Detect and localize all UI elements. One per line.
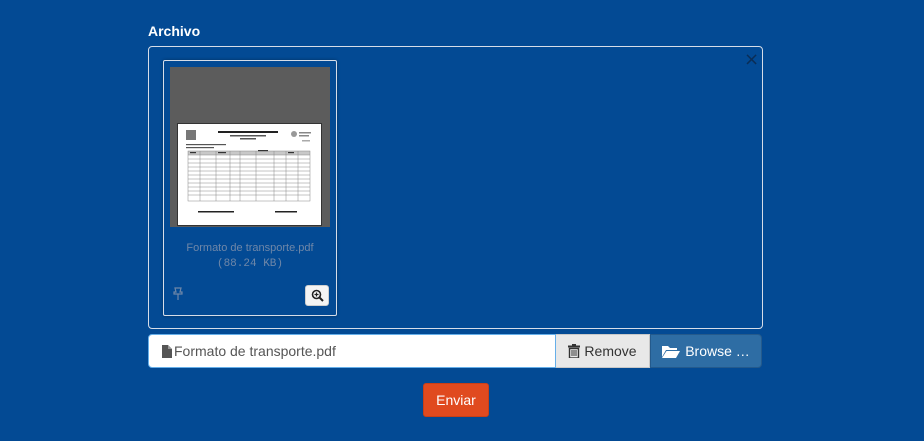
folder-open-icon: [662, 345, 681, 358]
browse-button-label: Browse …: [685, 343, 750, 359]
remove-button[interactable]: Remove: [556, 334, 650, 368]
trash-icon: [568, 344, 581, 358]
drag-handle-icon[interactable]: [171, 286, 185, 302]
zoom-in-icon: [311, 289, 324, 302]
remove-button-label: Remove: [584, 343, 637, 359]
pdf-preview-frame: [170, 67, 330, 227]
submit-button[interactable]: Enviar: [423, 383, 489, 417]
file-caption-field[interactable]: Formato de transporte.pdf: [148, 334, 556, 368]
browse-button[interactable]: Browse …: [650, 334, 762, 368]
thumbnail-file-size: (88.24 KB): [216, 258, 283, 270]
thumbnail-file-name: Formato de transporte.pdf: [186, 242, 314, 254]
file-icon: [162, 344, 172, 358]
zoom-in-button[interactable]: [305, 285, 329, 306]
file-input-group: Formato de transporte.pdf Remove Browse …: [148, 334, 762, 368]
file-caption-text: Formato de transporte.pdf: [174, 343, 336, 359]
field-label: Archivo: [148, 23, 201, 39]
close-icon[interactable]: ×: [744, 51, 759, 69]
file-preview-panel: × Formato de transporte.pdf (88.24 KB): [148, 46, 763, 329]
pdf-page-preview: [177, 123, 322, 226]
pdf-document-image: [186, 130, 311, 213]
file-thumbnail: Formato de transporte.pdf (88.24 KB): [163, 60, 337, 316]
